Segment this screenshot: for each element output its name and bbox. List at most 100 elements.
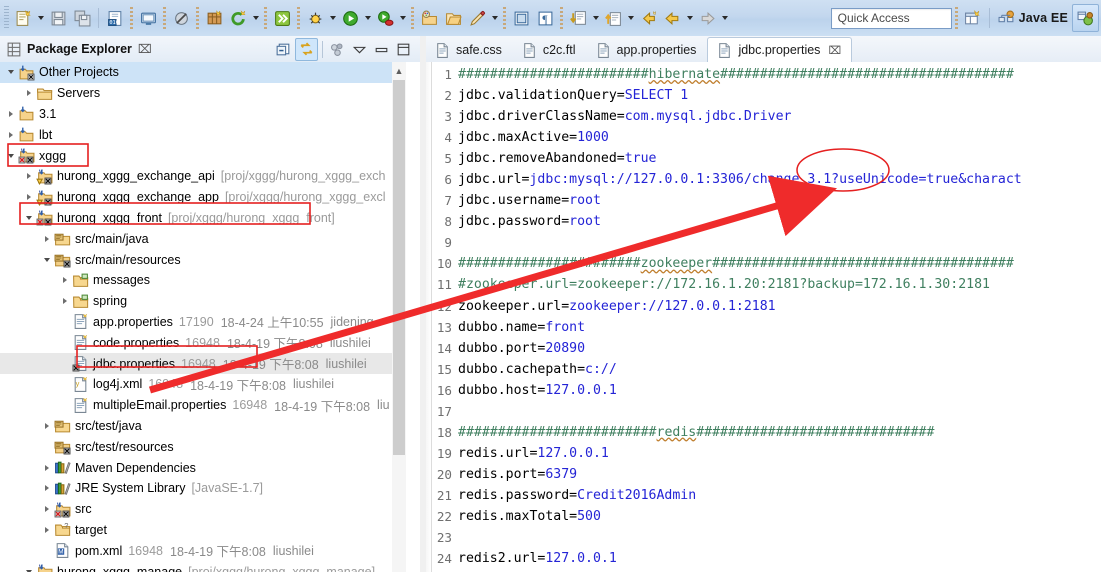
forward-dropdown-arrow[interactable] [719, 6, 730, 30]
tree-item-servers[interactable]: Servers [0, 83, 406, 104]
scroll-up-arrow[interactable]: ▲ [392, 62, 406, 79]
twisty-expanded-icon[interactable] [4, 70, 18, 74]
next-annotation-icon[interactable] [566, 6, 590, 30]
tree-vertical-scrollbar[interactable]: ▲ [392, 62, 406, 572]
tree-item-spring[interactable]: spring [0, 291, 406, 312]
tree-item-src-main-resources[interactable]: src/main/resources [0, 249, 406, 270]
tree-item-multipleemail-properties[interactable]: multipleEmail.properties 16948 18-4-19 下午8… [0, 395, 406, 416]
view-menu-icon[interactable] [327, 39, 348, 60]
back-dropdown-arrow[interactable] [684, 6, 695, 30]
quick-access-area: Quick Access Java EE [830, 4, 1101, 32]
search-icon[interactable] [465, 6, 489, 30]
project-tree[interactable]: Other Projects Servers 3.1 lbt Mxggg Mhurong_… [0, 62, 406, 572]
text-editor[interactable]: 1 ########################hibernate######… [426, 62, 1101, 572]
previous-annotation-dropdown-arrow[interactable] [625, 6, 636, 30]
open-perspective-icon[interactable] [961, 6, 985, 30]
tree-item-path: [proj/xggg/hurong_xggg_exch [220, 169, 386, 184]
link-with-editor-icon[interactable] [295, 38, 318, 61]
tree-item-hurong-xggg-exchange-app[interactable]: Mhurong_xggg_exchange_app [proj/xggg/huro… [0, 187, 406, 208]
tree-item-src-test-resources[interactable]: src/test/resources [0, 436, 406, 457]
twisty-collapsed-icon[interactable] [22, 90, 36, 96]
tree-item-log4j-xml[interactable]: y log4j.xml 16948 18-4-19 下午8:08 liushilei [0, 374, 406, 395]
tree-item-src[interactable]: Msrc [0, 499, 406, 520]
tree-item-src-test-java[interactable]: src/test/java [0, 416, 406, 437]
twisty-collapsed-icon[interactable] [40, 506, 54, 512]
tree-item-code-properties[interactable]: code.properties 16948 18-4-19 下午8:08 liushi… [0, 332, 406, 353]
twisty-collapsed-icon[interactable] [40, 465, 54, 471]
twisty-expanded-icon[interactable] [22, 216, 36, 220]
open-task-folder-icon[interactable] [441, 6, 465, 30]
view-menu-chevron-icon[interactable] [349, 39, 370, 60]
toolbar-separator [988, 8, 990, 28]
debug-dropdown-arrow[interactable] [327, 6, 338, 30]
twisty-expanded-icon[interactable] [40, 258, 54, 262]
run-icon[interactable] [338, 6, 362, 30]
tree-item-maven-dependencies[interactable]: Maven Dependencies [0, 457, 406, 478]
maximize-icon[interactable] [393, 39, 414, 60]
tree-item-app-properties[interactable]: app.properties 17190 18-4-24 上午10:55 jideni… [0, 312, 406, 333]
show-whitespace-icon[interactable]: ¶ [533, 6, 557, 30]
minimize-icon[interactable] [371, 39, 392, 60]
tree-item-lbt[interactable]: lbt [0, 124, 406, 145]
tree-item-hurong-xggg-exchange-api[interactable]: Mhurong_xggg_exchange_api [proj/xggg/huro… [0, 166, 406, 187]
twisty-collapsed-icon[interactable] [4, 111, 18, 117]
save-icon[interactable] [46, 6, 70, 30]
tree-item-target[interactable]: ? target [0, 520, 406, 541]
tree-item-jdbc-properties[interactable]: jdbc.properties 16948 18-4-19 下午8:08 liushi… [0, 353, 406, 374]
twisty-collapsed-icon[interactable] [40, 423, 54, 429]
tree-item-messages[interactable]: messages [0, 270, 406, 291]
console-icon[interactable] [136, 6, 160, 30]
save-all-icon[interactable] [70, 6, 94, 30]
previous-annotation-icon[interactable] [601, 6, 625, 30]
new-java-class-icon[interactable] [226, 6, 250, 30]
twisty-collapsed-icon[interactable] [58, 277, 72, 283]
search-dropdown-arrow[interactable] [489, 6, 500, 30]
tree-item-jre-system-library[interactable]: JRE System Library [JavaSE-1.7] [0, 478, 406, 499]
new-java-class-dropdown-arrow[interactable] [250, 6, 261, 30]
close-icon[interactable]: ⌧ [138, 42, 152, 56]
twisty-collapsed-icon[interactable] [22, 173, 36, 179]
forward-icon[interactable] [695, 6, 719, 30]
close-icon[interactable]: ⌧ [828, 44, 841, 57]
tree-item-other-projects[interactable]: Other Projects [0, 62, 406, 83]
print-icon[interactable]: 010 [103, 6, 127, 30]
run-dropdown-arrow[interactable] [362, 6, 373, 30]
tree-item-hurong-xggg-manage[interactable]: Mhurong_xggg_manage [proj/xggg/hurong_xgg… [0, 561, 406, 572]
run-external-tools-icon[interactable] [373, 6, 397, 30]
tab-safe-css[interactable]: safe.css [426, 38, 513, 62]
next-annotation-dropdown-arrow[interactable] [590, 6, 601, 30]
new-dropdown-arrow[interactable] [35, 6, 46, 30]
back-icon[interactable] [660, 6, 684, 30]
perspective-java-ee[interactable]: Java EE [994, 5, 1072, 31]
tab-c2c-ftl[interactable]: c2c.ftl [513, 38, 587, 62]
debug-icon[interactable] [303, 6, 327, 30]
toggle-block-selection-icon[interactable] [509, 6, 533, 30]
run-external-dropdown-arrow[interactable] [397, 6, 408, 30]
open-task-icon[interactable] [270, 6, 294, 30]
tree-item-hurong-xggg-front[interactable]: Mhurong_xggg_front [proj/xggg/hurong_xggg… [0, 208, 406, 229]
tree-item-xggg[interactable]: Mxggg [0, 145, 406, 166]
scrollbar-thumb[interactable] [393, 80, 405, 455]
twisty-collapsed-icon[interactable] [40, 527, 54, 533]
twisty-collapsed-icon[interactable] [4, 132, 18, 138]
tree-item-3-1[interactable]: 3.1 [0, 104, 406, 125]
twisty-expanded-icon[interactable] [4, 154, 18, 158]
tree-item-pom-xml[interactable]: Mpom.xml 16948 18-4-19 下午8:08 liushilei [0, 540, 406, 561]
open-type-icon[interactable] [417, 6, 441, 30]
twisty-collapsed-icon[interactable] [58, 298, 72, 304]
new-java-package-icon[interactable] [202, 6, 226, 30]
collapse-all-icon[interactable] [273, 39, 294, 60]
last-edit-location-icon[interactable] [636, 6, 660, 30]
tree-item-label: multipleEmail.properties [93, 398, 227, 413]
perspective-java[interactable] [1072, 4, 1099, 32]
twisty-collapsed-icon[interactable] [22, 194, 36, 200]
tab-jdbc-properties[interactable]: jdbc.properties ⌧ [707, 37, 853, 63]
tree-item-src-main-java[interactable]: src/main/java [0, 228, 406, 249]
tab-app-properties[interactable]: app.properties [587, 38, 708, 62]
new-wizard-icon[interactable] [11, 6, 35, 30]
toolbar-grip[interactable] [4, 6, 9, 30]
skip-breakpoints-icon[interactable] [169, 6, 193, 30]
twisty-collapsed-icon[interactable] [40, 236, 54, 242]
quick-access-input[interactable]: Quick Access [830, 7, 952, 29]
twisty-collapsed-icon[interactable] [40, 485, 54, 491]
